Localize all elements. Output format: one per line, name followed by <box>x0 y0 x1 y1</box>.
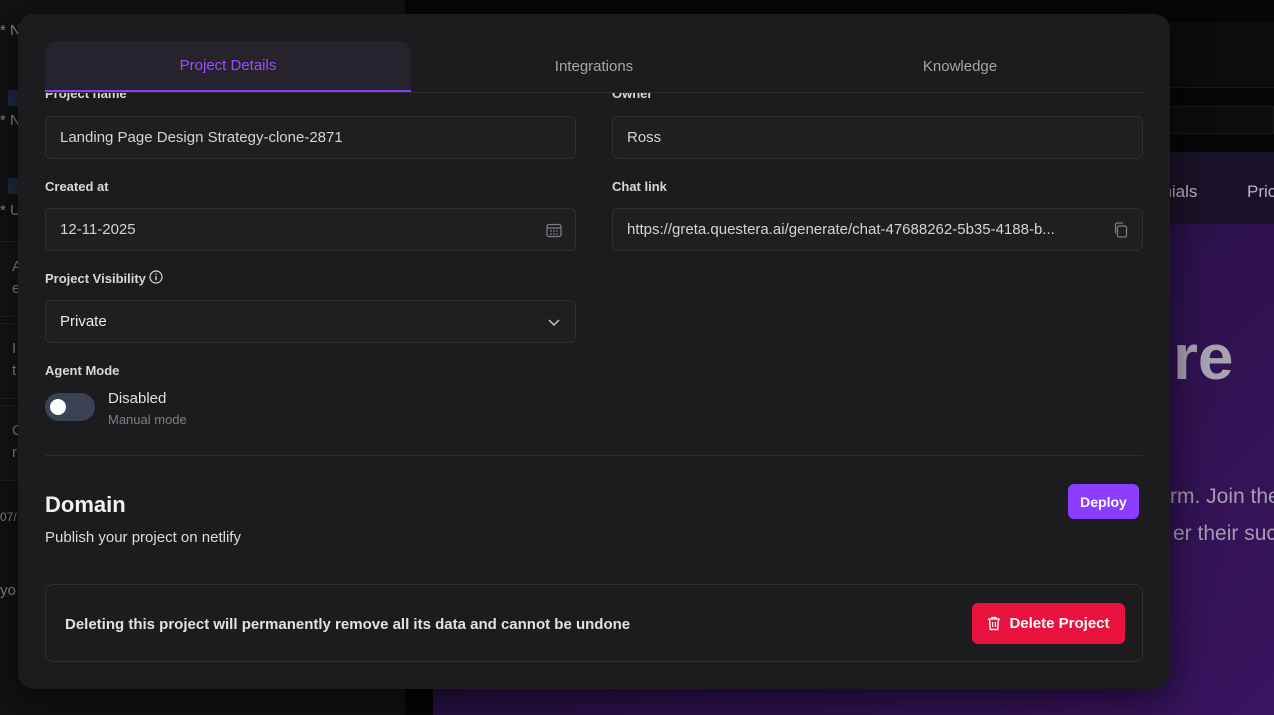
owner-value: Ross <box>627 129 662 146</box>
tab-project-details[interactable]: Project Details <box>45 41 411 92</box>
delete-warning: Deleting this project will permanently r… <box>65 616 631 633</box>
background-hero-subtext: er their succ <box>1173 522 1274 545</box>
tab-integrations[interactable]: Integrations <box>411 41 777 92</box>
visibility-select[interactable]: Private <box>45 300 576 343</box>
background-text: r <box>12 444 17 461</box>
domain-subtitle: Publish your project on netlify <box>45 529 241 546</box>
delete-project-button[interactable]: Delete Project <box>972 603 1125 644</box>
danger-zone: Deleting this project will permanently r… <box>45 584 1143 662</box>
calendar-icon[interactable] <box>545 221 563 239</box>
agent-mode-description: Manual mode <box>108 412 187 427</box>
created-at-label: Created at <box>45 179 109 194</box>
copy-icon[interactable] <box>1112 221 1130 239</box>
delete-project-label: Delete Project <box>1009 615 1110 632</box>
tab-bar: Project Details Integrations Knowledge <box>45 41 1143 93</box>
chat-link-input[interactable]: https://greta.questera.ai/generate/chat-… <box>612 208 1143 251</box>
agent-mode-state: Disabled <box>108 390 167 407</box>
visibility-value: Private <box>60 313 107 330</box>
toggle-knob <box>50 399 66 415</box>
agent-mode-label: Agent Mode <box>45 363 120 378</box>
chat-link-label: Chat link <box>612 179 667 194</box>
background-text: 07/ <box>0 510 17 524</box>
trash-icon <box>988 616 1001 631</box>
agent-mode-toggle[interactable] <box>45 393 95 421</box>
chat-link-value: https://greta.questera.ai/generate/chat-… <box>627 221 1055 238</box>
created-at-value: 12-11-2025 <box>60 221 136 238</box>
visibility-label: Project Visibility <box>45 271 146 286</box>
background-text: I <box>12 340 17 357</box>
project-name-label: Project name <box>45 93 127 101</box>
project-name-value: Landing Page Design Strategy-clone-2871 <box>60 129 343 146</box>
project-name-input[interactable]: Landing Page Design Strategy-clone-2871 <box>45 116 576 159</box>
domain-title: Domain <box>45 492 126 517</box>
owner-label: Owner <box>612 93 653 101</box>
section-divider <box>45 455 1143 456</box>
background-nav-item: Pric <box>1247 182 1274 201</box>
deploy-button[interactable]: Deploy <box>1068 484 1139 519</box>
project-settings-modal: Project Details Integrations Knowledge P… <box>18 14 1170 689</box>
owner-input[interactable]: Ross <box>612 116 1143 159</box>
chevron-down-icon <box>548 319 560 327</box>
background-hero-text: re <box>1173 321 1234 393</box>
background-text: yo <box>0 582 16 599</box>
background-text: t <box>12 362 17 379</box>
created-at-input[interactable]: 12-11-2025 <box>45 208 576 251</box>
tab-knowledge[interactable]: Knowledge <box>777 41 1143 92</box>
scroll-clip: Project name Owner <box>45 93 1143 103</box>
info-icon[interactable] <box>149 270 163 284</box>
background-hero-subtext: rm. Join the <box>1170 485 1274 508</box>
